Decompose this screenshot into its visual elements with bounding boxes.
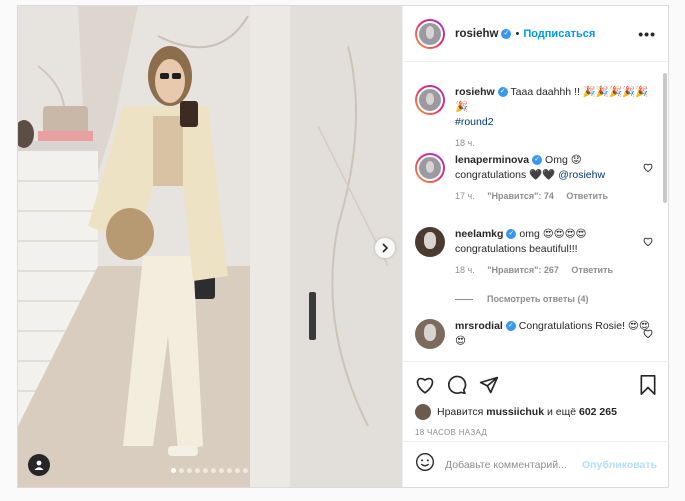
share-button[interactable] xyxy=(479,375,499,395)
liker-avatar[interactable] xyxy=(415,404,431,420)
verified-badge-icon: ✓ xyxy=(497,87,508,98)
carousel-dot xyxy=(171,468,176,473)
replies-divider xyxy=(455,298,473,300)
verified-badge-icon: ✓ xyxy=(532,155,543,166)
comment-button[interactable] xyxy=(447,375,467,395)
comment-avatar[interactable] xyxy=(415,227,445,257)
author-username[interactable]: rosiehw xyxy=(455,28,498,40)
publish-button[interactable]: Опубликовать xyxy=(582,459,657,471)
verified-badge-icon: ✓ xyxy=(501,28,512,39)
carousel-dot xyxy=(203,468,208,473)
comment-likes[interactable]: "Нравится": 74 xyxy=(487,191,554,201)
like-comment-heart-icon[interactable] xyxy=(643,237,653,246)
carousel-dot xyxy=(227,468,232,473)
carousel-dot xyxy=(243,468,248,473)
likes-count[interactable]: 602 265 xyxy=(579,406,617,418)
next-slide-button[interactable] xyxy=(375,238,395,258)
reply-button[interactable]: Ответить xyxy=(571,265,613,275)
verified-badge-icon: ✓ xyxy=(505,321,516,332)
comment-username[interactable]: rosiehw xyxy=(455,86,495,98)
comment-body: neelamkg ✓ omg 😍😍😍😍 congratulations beaut… xyxy=(455,227,653,257)
carousel-dot xyxy=(195,468,200,473)
comment-username[interactable]: lenaperminova xyxy=(455,154,529,166)
paper-plane-icon xyxy=(479,376,499,394)
chevron-right-icon xyxy=(382,243,389,253)
like-button[interactable] xyxy=(415,376,435,394)
more-options-button[interactable]: ••• xyxy=(638,26,656,42)
post-photo[interactable] xyxy=(18,6,402,487)
comment-meta: 18 ч. xyxy=(455,138,653,148)
post-timestamp[interactable]: 18 ЧАСОВ НАЗАД xyxy=(415,428,657,437)
follow-button[interactable]: Подписаться xyxy=(523,28,595,40)
likes-suffix: и ещё xyxy=(546,406,577,418)
user-tag-button[interactable] xyxy=(28,454,50,476)
carousel-dot xyxy=(211,468,216,473)
carousel-dot xyxy=(187,468,192,473)
liker-username[interactable]: mussiichuk xyxy=(486,406,544,418)
post-header: rosiehw ✓ • Подписаться ••• xyxy=(403,6,668,62)
comments-list[interactable]: rosiehw ✓ Taaa daahhh !! 🎉🎉🎉🎉🎉🎉 #round2 1… xyxy=(403,63,669,361)
comment-username[interactable]: mrsrodial xyxy=(455,320,503,332)
smiley-icon xyxy=(416,453,434,471)
comment-body: rosiehw ✓ Taaa daahhh !! 🎉🎉🎉🎉🎉🎉 #round2 xyxy=(455,85,653,130)
action-icons-row xyxy=(415,370,657,400)
carousel-dot xyxy=(179,468,184,473)
view-replies-label: Посмотреть ответы (4) xyxy=(487,294,589,304)
comment-meta: 17 ч. "Нравится": 74 Ответить xyxy=(455,191,653,201)
comment-username[interactable]: neelamkg xyxy=(455,228,503,240)
add-comment-bar: Опубликовать xyxy=(403,441,669,487)
caption-comment: rosiehw ✓ Taaa daahhh !! 🎉🎉🎉🎉🎉🎉 #round2 1… xyxy=(415,85,653,148)
bookmark-icon xyxy=(640,375,656,395)
photo-scene xyxy=(18,6,402,487)
comment-icon xyxy=(447,375,467,395)
comment-avatar[interactable] xyxy=(415,153,445,183)
likes-summary: Нравится mussiichuk и ещё 602 265 xyxy=(415,404,657,420)
carousel-dot xyxy=(235,468,240,473)
comment-avatar[interactable] xyxy=(415,85,445,115)
comment-avatar[interactable] xyxy=(415,319,445,349)
comment-item: mrsrodial ✓ Congratulations Rosie! 😍😍😍 xyxy=(415,319,653,349)
comment-likes[interactable]: "Нравится": 267 xyxy=(487,265,559,275)
likes-prefix: Нравится xyxy=(437,406,484,418)
like-comment-heart-icon[interactable] xyxy=(643,163,653,172)
instagram-post: rosiehw ✓ • Подписаться ••• rosiehw ✓ Taa… xyxy=(17,5,669,488)
comment-item: lenaperminova ✓ Omg 😟 congratulations 🖤🖤 … xyxy=(415,153,653,201)
carousel-dot xyxy=(219,468,224,473)
like-comment-heart-icon[interactable] xyxy=(643,329,653,338)
comment-time[interactable]: 18 ч. xyxy=(455,265,475,275)
hashtag-link[interactable]: #round2 xyxy=(455,116,494,128)
comment-time[interactable]: 18 ч. xyxy=(455,138,475,148)
reply-button[interactable]: Ответить xyxy=(566,191,608,201)
author-avatar[interactable] xyxy=(415,18,445,49)
save-button[interactable] xyxy=(639,375,657,400)
comment-body: lenaperminova ✓ Omg 😟 congratulations 🖤🖤 … xyxy=(455,153,653,183)
comment-input[interactable] xyxy=(445,458,583,471)
emoji-button[interactable] xyxy=(415,452,435,477)
comments-scrollbar[interactable] xyxy=(663,73,667,203)
comment-text: Taaa daahhh !! xyxy=(510,86,583,98)
comment-time[interactable]: 17 ч. xyxy=(455,191,475,201)
comment-item: neelamkg ✓ omg 😍😍😍😍 congratulations beaut… xyxy=(415,227,653,275)
view-replies-button[interactable]: Посмотреть ответы (4) xyxy=(455,294,588,304)
comment-meta: 18 ч. "Нравится": 267 Ответить xyxy=(455,265,653,275)
header-separator: • xyxy=(515,27,520,40)
verified-badge-icon: ✓ xyxy=(506,229,517,240)
comment-body: mrsrodial ✓ Congratulations Rosie! 😍😍😍 xyxy=(455,319,653,349)
mention-link[interactable]: @rosiehw xyxy=(558,169,605,181)
post-side-panel: rosiehw ✓ • Подписаться ••• rosiehw ✓ Taa… xyxy=(402,6,669,487)
carousel-indicator xyxy=(171,468,248,473)
post-actions: Нравится mussiichuk и ещё 602 265 18 ЧАС… xyxy=(403,361,669,437)
heart-icon xyxy=(416,377,434,394)
user-tag-icon xyxy=(34,460,44,470)
